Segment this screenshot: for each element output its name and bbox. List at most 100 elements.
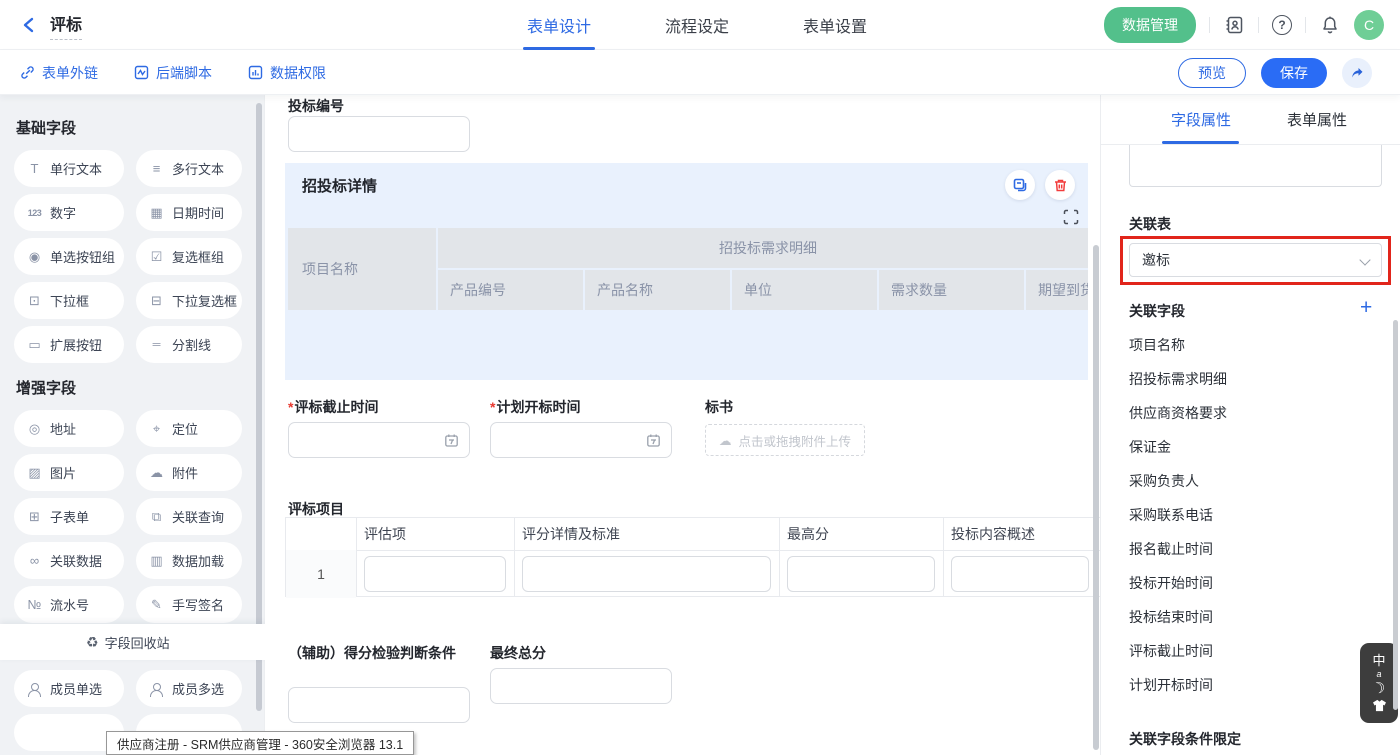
detail-col-expected: 期望到货 bbox=[1026, 270, 1088, 310]
checkbox-icon: ☑ bbox=[149, 249, 164, 265]
field-serial-number[interactable]: №流水号 bbox=[14, 586, 124, 623]
field-subform[interactable]: ⊞子表单 bbox=[14, 498, 124, 535]
expand-selection-icon[interactable] bbox=[1063, 209, 1079, 225]
related-data-icon: ∞ bbox=[27, 553, 42, 568]
related-query-icon: ⧉ bbox=[149, 509, 164, 525]
night-mode-icon[interactable]: ☽ bbox=[1371, 680, 1388, 698]
related-field-item[interactable]: 计划开标时间 bbox=[1129, 675, 1213, 695]
field-related-query[interactable]: ⧉关联查询 bbox=[136, 498, 242, 535]
avatar[interactable]: C bbox=[1354, 10, 1384, 40]
header-actions: 数据管理 ? C bbox=[1104, 0, 1384, 50]
translate-icon[interactable]: 中 bbox=[1372, 654, 1385, 667]
field-member-single[interactable]: 成员单选 bbox=[14, 670, 124, 707]
active-tab-indicator bbox=[1162, 141, 1239, 144]
bid-summary-input[interactable] bbox=[951, 556, 1089, 592]
panel-scrollbar[interactable] bbox=[1393, 320, 1398, 710]
tab-flow-settings[interactable]: 流程设定 bbox=[665, 0, 729, 50]
divider bbox=[1209, 17, 1210, 33]
tab-form-design[interactable]: 表单设计 bbox=[527, 0, 591, 50]
help-icon[interactable]: ? bbox=[1272, 15, 1292, 35]
calendar-icon: ▦ bbox=[149, 205, 164, 221]
related-field-item[interactable]: 保证金 bbox=[1129, 437, 1171, 457]
tab-form-properties[interactable]: 表单属性 bbox=[1287, 109, 1347, 130]
duplicate-button[interactable] bbox=[1005, 170, 1035, 200]
field-datetime[interactable]: ▦日期时间 bbox=[136, 194, 242, 231]
toolbar-links: 表单外链 后端脚本 数据权限 bbox=[20, 50, 326, 95]
related-field-item[interactable]: 招投标需求明细 bbox=[1129, 369, 1227, 389]
form-external-link[interactable]: 表单外链 bbox=[20, 63, 98, 83]
preview-button[interactable]: 预览 bbox=[1178, 58, 1246, 88]
row-number: 1 bbox=[286, 550, 356, 598]
permission-icon bbox=[248, 65, 263, 80]
field-related-data[interactable]: ∞关联数据 bbox=[14, 542, 124, 579]
field-location[interactable]: ⌖定位 bbox=[136, 410, 242, 447]
form-toolbar: 表单外链 后端脚本 数据权限 预览 保存 bbox=[0, 50, 1400, 95]
subform-icon: ⊞ bbox=[27, 509, 42, 525]
share-button[interactable] bbox=[1342, 58, 1372, 88]
canvas-scrollbar[interactable] bbox=[1093, 245, 1099, 750]
back-icon[interactable] bbox=[20, 16, 38, 34]
backend-script-link[interactable]: 后端脚本 bbox=[134, 63, 212, 83]
field-extend-button[interactable]: ▭扩展按钮 bbox=[14, 326, 124, 363]
field-multi-line-text[interactable]: ≡多行文本 bbox=[136, 150, 242, 187]
form-title[interactable]: 评标 bbox=[50, 11, 82, 40]
save-button[interactable]: 保存 bbox=[1261, 58, 1327, 88]
bell-icon[interactable] bbox=[1319, 14, 1341, 36]
bid-doc-upload[interactable]: ☁ 点击或拖拽附件上传 bbox=[705, 424, 865, 456]
top-header: 评标 表单设计 流程设定 表单设置 数据管理 ? bbox=[0, 0, 1400, 50]
score-detail-input[interactable] bbox=[522, 556, 771, 592]
delete-button[interactable] bbox=[1045, 170, 1075, 200]
skin-shirt-icon[interactable] bbox=[1372, 699, 1387, 712]
data-permission-link[interactable]: 数据权限 bbox=[248, 63, 326, 83]
field-divider[interactable]: ═分割线 bbox=[136, 326, 242, 363]
required-mark: * bbox=[288, 399, 293, 415]
sidebar-scrollbar[interactable] bbox=[256, 103, 262, 711]
open-time-input[interactable] bbox=[490, 422, 672, 458]
eval-deadline-input[interactable] bbox=[288, 422, 470, 458]
related-field-item[interactable]: 供应商资格要求 bbox=[1129, 403, 1227, 423]
field-image[interactable]: ▨图片 bbox=[14, 454, 124, 491]
final-score-input[interactable] bbox=[490, 668, 672, 704]
data-manage-button[interactable]: 数据管理 bbox=[1104, 7, 1196, 43]
multi-line-text-icon: ≡ bbox=[149, 161, 164, 176]
related-field-item[interactable]: 评标截止时间 bbox=[1129, 641, 1213, 661]
eval-item-input[interactable] bbox=[364, 556, 506, 592]
basic-fields-grid: T单行文本 ≡多行文本 123数字 ▦日期时间 ◉单选按钮组 ☑复选框组 ⊡下拉… bbox=[14, 150, 264, 363]
field-select[interactable]: ⊡下拉框 bbox=[14, 282, 124, 319]
field-signature[interactable]: ✎手写签名 bbox=[136, 586, 242, 623]
related-field-item[interactable]: 投标开始时间 bbox=[1129, 573, 1213, 593]
related-field-item[interactable]: 采购联系电话 bbox=[1129, 505, 1213, 525]
related-field-item[interactable]: 采购负责人 bbox=[1129, 471, 1199, 491]
related-field-item[interactable]: 报名截止时间 bbox=[1129, 539, 1213, 559]
serial-number-icon: № bbox=[27, 597, 42, 612]
field-address[interactable]: ◎地址 bbox=[14, 410, 124, 447]
final-score-label: 最终总分 bbox=[490, 643, 546, 663]
related-table-select[interactable]: 邀标 bbox=[1129, 243, 1382, 277]
field-data-load[interactable]: ▥数据加载 bbox=[136, 542, 242, 579]
field-multi-select[interactable]: ⊟下拉复选框 bbox=[136, 282, 242, 319]
tab-form-settings[interactable]: 表单设置 bbox=[803, 0, 867, 50]
tab-field-properties[interactable]: 字段属性 bbox=[1171, 109, 1231, 130]
field-number[interactable]: 123数字 bbox=[14, 194, 124, 231]
field-config-textarea[interactable] bbox=[1129, 145, 1382, 187]
field-radio-group[interactable]: ◉单选按钮组 bbox=[14, 238, 124, 275]
related-field-item[interactable]: 项目名称 bbox=[1129, 335, 1185, 355]
select-icon: ⊡ bbox=[27, 293, 42, 309]
field-attachment[interactable]: ☁附件 bbox=[136, 454, 242, 491]
locate-icon: ⌖ bbox=[149, 421, 164, 437]
recycle-icon: ♻ bbox=[86, 634, 99, 651]
bid-no-input[interactable] bbox=[288, 116, 470, 152]
related-field-item[interactable]: 投标结束时间 bbox=[1129, 607, 1213, 627]
duplicate-icon bbox=[1012, 177, 1028, 193]
max-score-input[interactable] bbox=[787, 556, 935, 592]
signature-pen-icon: ✎ bbox=[149, 597, 164, 613]
field-single-line-text[interactable]: T单行文本 bbox=[14, 150, 124, 187]
field-recycle-bin[interactable]: ♻ 字段回收站 bbox=[0, 624, 265, 660]
form-canvas: 投标编号 招投标详情 项目名称 招投标需求明细 bbox=[265, 95, 1100, 755]
bid-detail-section[interactable]: 招投标详情 项目名称 招投标需求明细 产品编号 产品名称 单位 bbox=[285, 163, 1088, 380]
aux-condition-input[interactable] bbox=[288, 687, 470, 723]
field-member-multi[interactable]: 成员多选 bbox=[136, 670, 242, 707]
add-related-field-button[interactable]: + bbox=[1360, 298, 1372, 318]
address-book-icon[interactable] bbox=[1223, 14, 1245, 36]
field-checkbox-group[interactable]: ☑复选框组 bbox=[136, 238, 242, 275]
